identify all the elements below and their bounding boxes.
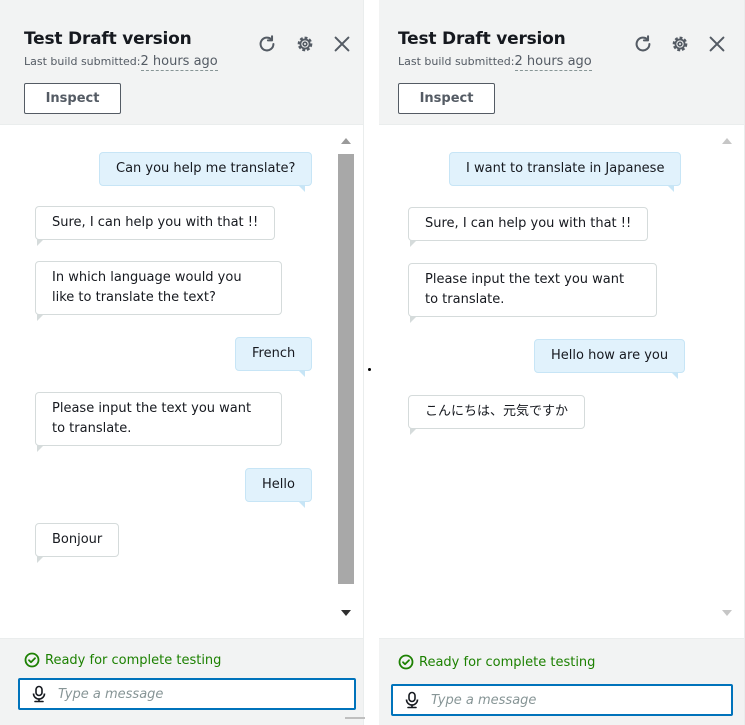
build-status: Last build submitted:2 hours ago <box>398 54 592 71</box>
bot-message: Bonjour <box>35 523 120 563</box>
scroll-down-arrow-icon[interactable] <box>722 610 732 616</box>
panel-resize-handle[interactable] <box>345 717 365 719</box>
panel-header: Test Draft version Last build submitted:… <box>0 0 363 125</box>
bot-message: Please input the text you want to transl… <box>35 392 282 452</box>
user-message: Hello <box>245 468 312 508</box>
bot-message: Sure, I can help you with that !! <box>35 206 276 246</box>
status-footer: Ready for complete testing <box>379 638 744 725</box>
inspect-button[interactable]: Inspect <box>24 83 121 114</box>
stray-dot <box>368 368 371 371</box>
panel-title: Test Draft version <box>398 29 566 49</box>
message-input[interactable] <box>431 692 701 708</box>
bot-message: In which language would you like to tran… <box>35 261 282 321</box>
close-icon[interactable] <box>331 33 353 55</box>
status-indicator: Ready for complete testing <box>24 652 221 668</box>
user-message: Can you help me translate? <box>99 152 313 192</box>
microphone-icon[interactable] <box>403 691 421 709</box>
check-circle-icon <box>24 652 40 668</box>
build-status-label: Last build submitted: <box>398 55 515 68</box>
bot-message: Please input the text you want to transl… <box>408 263 657 323</box>
panel-title: Test Draft version <box>24 29 192 49</box>
check-circle-icon <box>398 654 414 670</box>
build-status-label: Last build submitted: <box>24 55 141 68</box>
status-text: Ready for complete testing <box>45 652 222 668</box>
refresh-icon[interactable] <box>256 33 278 55</box>
chat-transcript: I want to translate in Japanese Sure, I … <box>379 126 744 638</box>
bot-message: こんにちは、元気ですか <box>408 395 586 435</box>
scroll-thumb[interactable] <box>338 154 354 584</box>
refresh-icon[interactable] <box>632 33 654 55</box>
user-message: I want to translate in Japanese <box>449 152 682 192</box>
gear-icon[interactable] <box>669 33 691 55</box>
message-input[interactable] <box>58 686 328 702</box>
close-icon[interactable] <box>706 33 728 55</box>
bot-message: Sure, I can help you with that !! <box>408 207 649 247</box>
scroll-up-arrow-icon[interactable] <box>341 138 351 144</box>
test-bot-panel-left: Test Draft version Last build submitted:… <box>0 0 364 725</box>
microphone-icon[interactable] <box>30 685 48 703</box>
panel-header: Test Draft version Last build submitted:… <box>379 0 744 125</box>
gear-icon[interactable] <box>294 33 316 55</box>
inspect-button[interactable]: Inspect <box>398 83 495 114</box>
build-time-link[interactable]: 2 hours ago <box>140 54 218 71</box>
chat-transcript: Can you help me translate? Sure, I can h… <box>0 126 363 638</box>
message-input-box[interactable] <box>391 684 733 716</box>
user-message: Hello how are you <box>534 339 686 379</box>
build-status: Last build submitted:2 hours ago <box>24 54 218 71</box>
scroll-up-arrow-icon[interactable] <box>722 138 732 144</box>
chat-scrollbar[interactable] <box>337 130 355 630</box>
user-message: French <box>235 337 313 377</box>
status-footer: Ready for complete testing <box>0 638 363 725</box>
status-indicator: Ready for complete testing <box>398 654 595 670</box>
build-time-link[interactable]: 2 hours ago <box>514 54 592 71</box>
chat-scrollbar[interactable] <box>718 130 736 630</box>
scroll-down-arrow-icon[interactable] <box>341 610 351 616</box>
status-text: Ready for complete testing <box>419 654 596 670</box>
test-bot-panel-right: Test Draft version Last build submitted:… <box>379 0 745 725</box>
message-input-box[interactable] <box>18 678 356 710</box>
